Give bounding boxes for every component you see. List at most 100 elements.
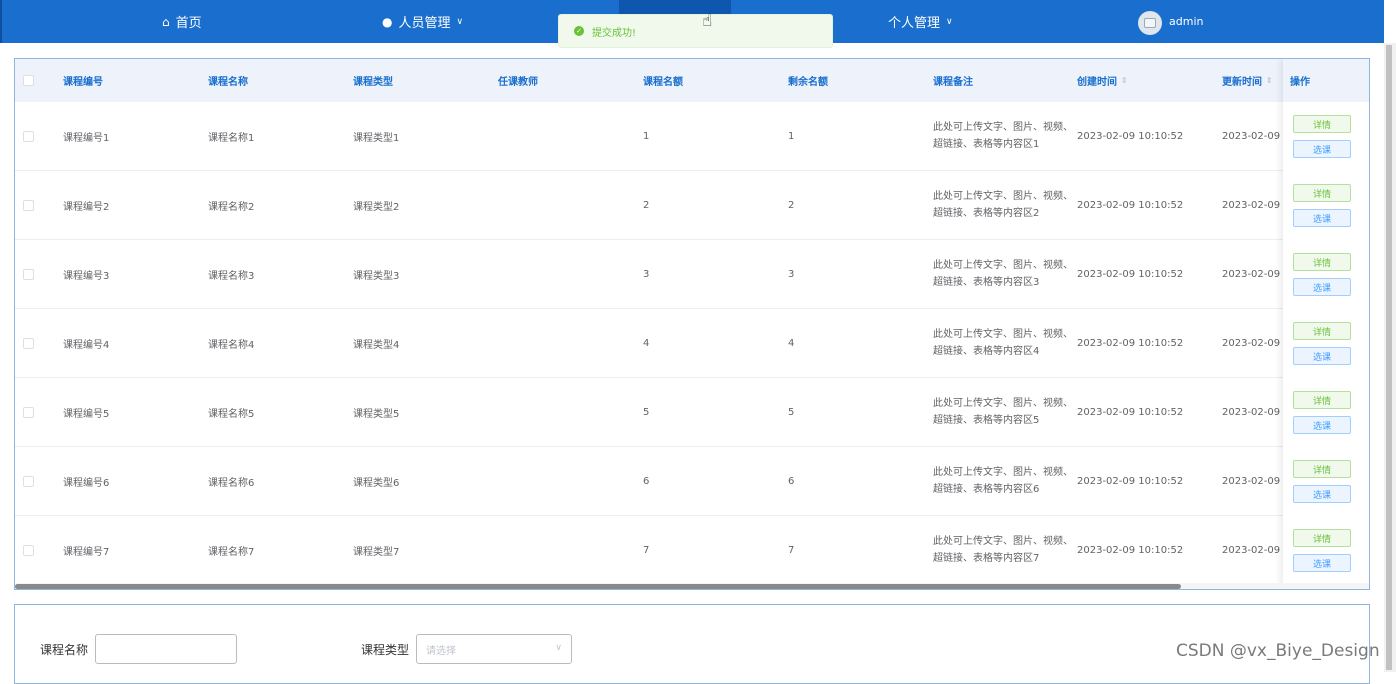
cell-course-name: 课程名称4 — [208, 339, 255, 351]
avatar-image-icon — [1144, 18, 1156, 28]
cell-quota: 3 — [643, 268, 650, 280]
cell-course-type: 课程类型6 — [353, 477, 400, 489]
col-header-created[interactable]: 创建时间 ⇕ — [1077, 59, 1128, 102]
col-header-teacher: 任课教师 — [498, 77, 538, 88]
cell-course-no: 课程编号1 — [63, 132, 110, 144]
cell-quota: 4 — [643, 337, 650, 349]
table-row: 课程编号1 课程名称1 课程类型1 1 1 此处可上传文字、图片、视频、超链接、表格等内容… — [15, 102, 1369, 171]
cell-course-type: 课程类型4 — [353, 339, 400, 351]
cell-quota: 7 — [643, 544, 650, 556]
table-row: 课程编号5 课程名称5 课程类型5 5 5 此处可上传文字、图片、视频、超链接、表格等内容… — [15, 378, 1369, 447]
col-header-updated[interactable]: 更新时间 ⇕ — [1222, 59, 1273, 102]
cell-remaining: 5 — [788, 406, 795, 418]
cell-note: 此处可上传文字、图片、视频、超链接、表格等内容区6 — [933, 467, 1073, 495]
detail-button[interactable]: 详情 — [1293, 460, 1351, 478]
nav-item-personal[interactable]: 个人管理 ∨ — [888, 0, 953, 43]
table-horizontal-scrollbar[interactable] — [15, 583, 1369, 589]
detail-button[interactable]: 详情 — [1293, 529, 1351, 547]
cell-course-name: 课程名称2 — [208, 201, 255, 213]
select-course-button[interactable]: 选课 — [1293, 554, 1351, 572]
cell-quota: 5 — [643, 406, 650, 418]
cell-note: 此处可上传文字、图片、视频、超链接、表格等内容区3 — [933, 260, 1073, 288]
detail-button[interactable]: 详情 — [1293, 184, 1351, 202]
avatar[interactable] — [1138, 11, 1162, 35]
cell-course-name: 课程名称3 — [208, 270, 255, 282]
cell-course-no: 课程编号4 — [63, 339, 110, 351]
row-checkbox[interactable] — [23, 200, 34, 211]
detail-button[interactable]: 详情 — [1293, 391, 1351, 409]
row-checkbox[interactable] — [23, 269, 34, 280]
cell-created: 2023-02-09 10:10:52 — [1077, 199, 1184, 211]
cell-course-no: 课程编号6 — [63, 477, 110, 489]
cell-remaining: 1 — [788, 130, 795, 142]
select-course-button[interactable]: 选课 — [1293, 485, 1351, 503]
watermark: CSDN @vx_Biye_Design — [1176, 641, 1380, 661]
nav-home-label: 首页 — [175, 16, 202, 31]
toast-message: 提交成功! — [592, 27, 637, 39]
table-row: 课程编号6 课程名称6 课程类型6 6 6 此处可上传文字、图片、视频、超链接、表格等内容… — [15, 447, 1369, 516]
cell-course-type: 课程类型7 — [353, 546, 400, 558]
course-type-placeholder: 请选择 — [426, 645, 456, 657]
cell-created: 2023-02-09 10:10:52 — [1077, 406, 1184, 418]
cell-note: 此处可上传文字、图片、视频、超链接、表格等内容区2 — [933, 191, 1073, 219]
sort-icon[interactable]: ⇕ — [1266, 76, 1273, 85]
actions-column: 操作 详情 选课 详情 选课 详情 选课 详情 选课 详情 选课 详情 选课 详情 选课 — [1283, 59, 1369, 589]
cell-quota: 2 — [643, 199, 650, 211]
home-icon: ⌂ — [162, 14, 170, 29]
cell-course-no: 课程编号5 — [63, 408, 110, 420]
nav-item-personnel[interactable]: ● 人员管理 ∨ — [382, 0, 463, 43]
cell-quota: 1 — [643, 130, 650, 142]
select-course-button[interactable]: 选课 — [1293, 140, 1351, 158]
chevron-down-icon: ∨ — [946, 16, 953, 27]
cell-remaining: 3 — [788, 268, 795, 280]
course-name-label: 课程名称 — [40, 643, 89, 657]
cell-created: 2023-02-09 10:10:52 — [1077, 268, 1184, 280]
cell-course-name: 课程名称7 — [208, 546, 255, 558]
cell-course-name: 课程名称1 — [208, 132, 255, 144]
cell-course-type: 课程类型3 — [353, 270, 400, 282]
select-all-checkbox[interactable] — [23, 75, 34, 86]
detail-button[interactable]: 详情 — [1293, 115, 1351, 133]
success-toast: ✓ 提交成功! — [558, 14, 833, 48]
table-row: 课程编号4 课程名称4 课程类型4 4 4 此处可上传文字、图片、视频、超链接、表格等内容… — [15, 309, 1369, 378]
nav-personnel-label: 人员管理 — [398, 16, 451, 31]
detail-button[interactable]: 详情 — [1293, 253, 1351, 271]
col-header-course-name: 课程名称 — [208, 77, 248, 88]
cell-course-no: 课程编号7 — [63, 546, 110, 558]
cell-course-no: 课程编号2 — [63, 201, 110, 213]
select-course-button[interactable]: 选课 — [1293, 209, 1351, 227]
cell-remaining: 4 — [788, 337, 795, 349]
col-header-course-type: 课程类型 — [353, 77, 393, 88]
course-type-select[interactable]: 请选择 ∨ — [416, 634, 572, 664]
sort-icon[interactable]: ⇕ — [1121, 76, 1128, 85]
row-checkbox[interactable] — [23, 476, 34, 487]
row-checkbox[interactable] — [23, 545, 34, 556]
cell-created: 2023-02-09 10:10:52 — [1077, 337, 1184, 349]
course-name-input[interactable] — [95, 634, 237, 664]
chevron-down-icon: ∨ — [555, 643, 562, 653]
row-checkbox[interactable] — [23, 407, 34, 418]
detail-button[interactable]: 详情 — [1293, 322, 1351, 340]
table-row: 课程编号7 课程名称7 课程类型7 7 7 此处可上传文字、图片、视频、超链接、表格等内容… — [15, 516, 1369, 585]
course-type-label: 课程类型 — [361, 643, 410, 657]
page-scrollbar[interactable] — [1384, 43, 1396, 672]
table-header: 课程编号 课程名称 课程类型 任课教师 课程名额 剩余名额 课程备注 创建时间 … — [15, 59, 1369, 102]
table-scrollbar-thumb[interactable] — [15, 584, 1181, 589]
table-row: 课程编号2 课程名称2 课程类型2 2 2 此处可上传文字、图片、视频、超链接、表格等内容… — [15, 171, 1369, 240]
check-circle-icon: ✓ — [574, 26, 584, 36]
select-course-button[interactable]: 选课 — [1293, 278, 1351, 296]
username-label[interactable]: admin — [1169, 0, 1203, 43]
select-course-button[interactable]: 选课 — [1293, 347, 1351, 365]
row-checkbox[interactable] — [23, 338, 34, 349]
scrollbar-thumb[interactable] — [1386, 45, 1392, 670]
col-header-course-no: 课程编号 — [63, 77, 103, 88]
col-header-created-label: 创建时间 — [1077, 77, 1117, 88]
cell-course-name: 课程名称5 — [208, 408, 255, 420]
nav-item-home[interactable]: ⌂ 首页 — [162, 0, 202, 43]
select-course-button[interactable]: 选课 — [1293, 416, 1351, 434]
chevron-down-icon: ∨ — [456, 16, 464, 27]
course-table: 课程编号 课程名称 课程类型 任课教师 课程名额 剩余名额 课程备注 创建时间 … — [14, 58, 1370, 590]
col-header-updated-label: 更新时间 — [1222, 77, 1262, 88]
cell-created: 2023-02-09 10:10:52 — [1077, 130, 1184, 142]
row-checkbox[interactable] — [23, 131, 34, 142]
